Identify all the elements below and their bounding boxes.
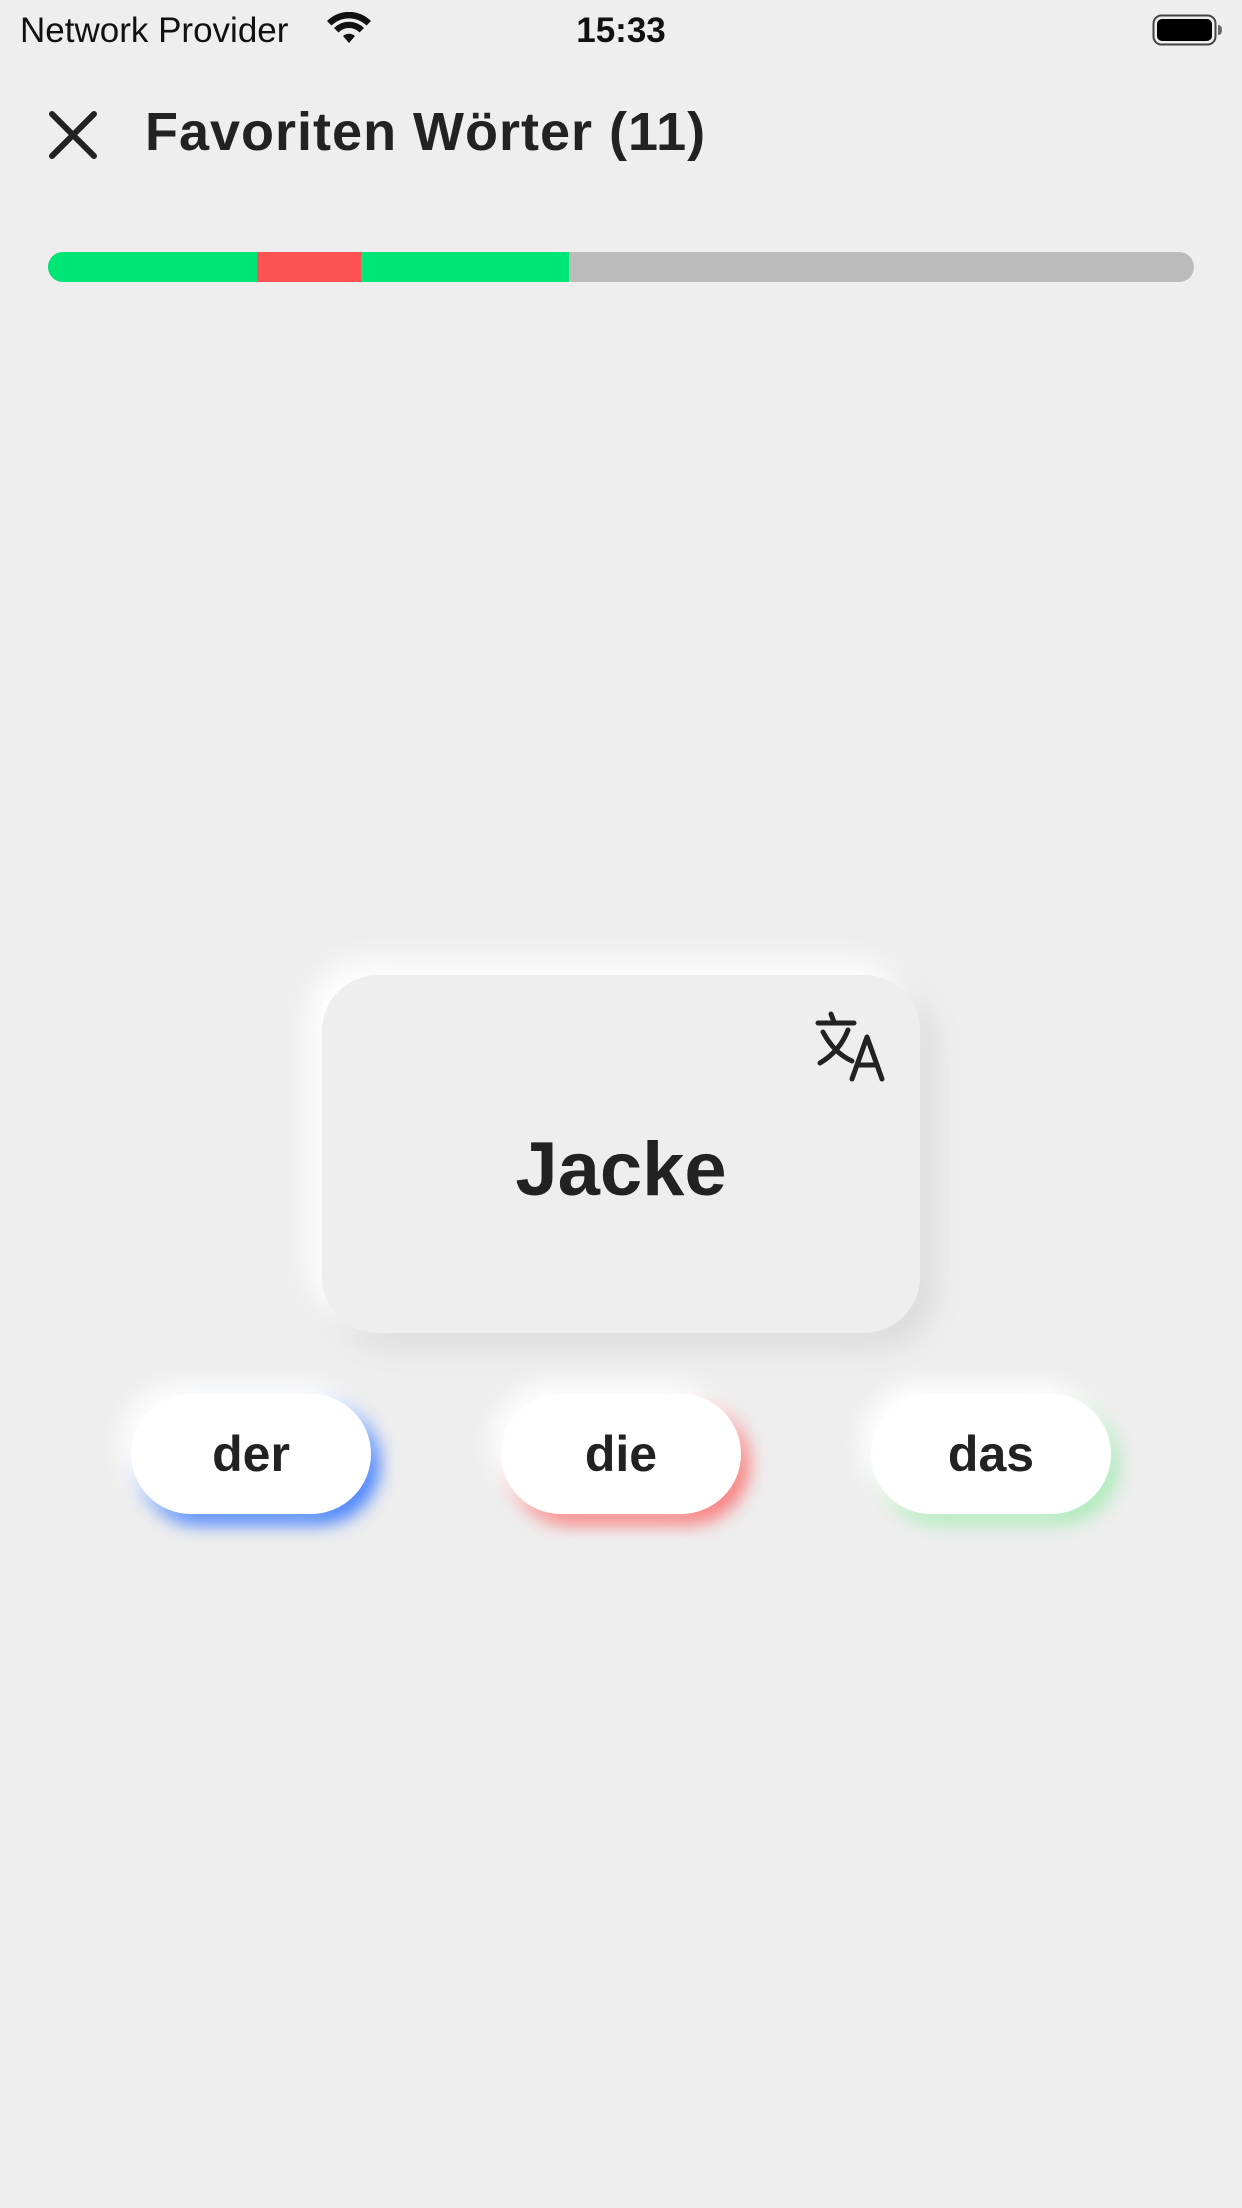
- progress-segment-correct: [360, 252, 570, 282]
- close-icon: [49, 111, 97, 159]
- status-time: 15:33: [576, 11, 666, 50]
- progress-segment-correct: [48, 252, 257, 282]
- translate-icon: [815, 1011, 885, 1082]
- translate-button[interactable]: [814, 1011, 886, 1083]
- close-button[interactable]: [40, 102, 106, 168]
- word-card[interactable]: Jacke: [322, 975, 920, 1333]
- word-text: Jacke: [515, 1127, 727, 1212]
- page-title: Favoriten Wörter (11): [145, 102, 707, 162]
- progress-segment-wrong: [256, 252, 361, 282]
- article-der-button[interactable]: der: [131, 1394, 371, 1514]
- quiz-progress-bar: [48, 252, 1194, 282]
- header: Favoriten Wörter (11): [0, 80, 1242, 180]
- article-die-button[interactable]: die: [501, 1394, 741, 1514]
- status-bar: Network Provider 15:33: [0, 0, 1242, 62]
- battery-icon: [1152, 14, 1222, 46]
- article-das-button[interactable]: das: [871, 1394, 1111, 1514]
